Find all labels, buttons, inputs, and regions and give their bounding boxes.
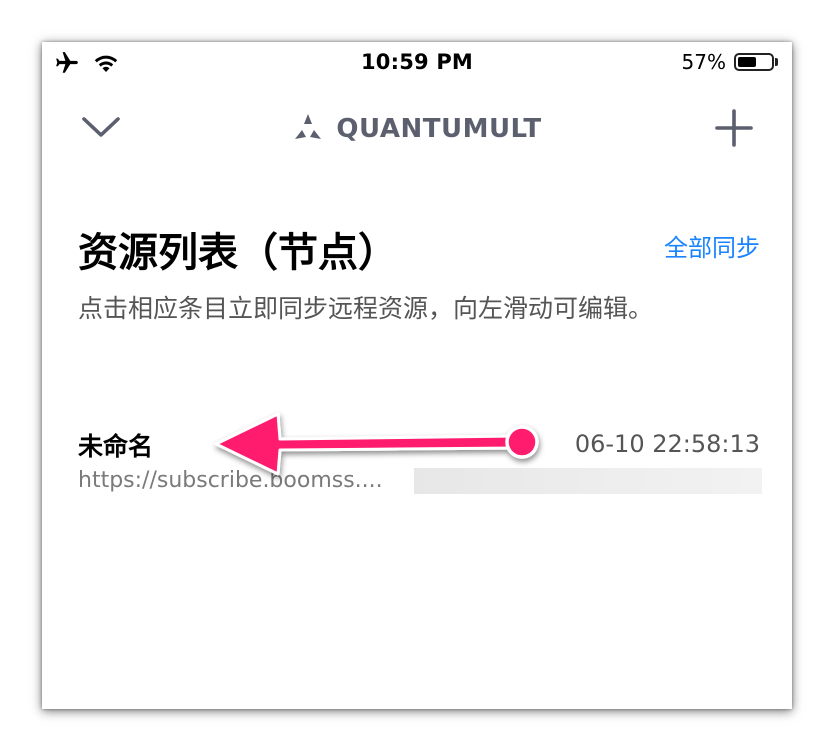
- battery-level-fill: [738, 57, 756, 67]
- plus-icon: [715, 109, 753, 147]
- status-time: 10:59 PM: [360, 50, 474, 74]
- battery-percent: 57%: [681, 50, 726, 74]
- phone-screen: 10:59 PM 57% QUANTUMULT 资源列表（节点） 全部同步 点击…: [42, 42, 792, 709]
- redacted-url-bar: [414, 468, 762, 494]
- add-button[interactable]: [712, 106, 756, 150]
- page-title: 资源列表（节点）: [78, 230, 398, 276]
- resource-updated-time: 06-10 22:58:13: [574, 430, 760, 458]
- nav-bar: QUANTUMULT: [42, 92, 792, 162]
- status-bar: 10:59 PM 57%: [42, 42, 792, 82]
- quantumult-logo-icon: [292, 112, 324, 146]
- screenshot-stage: 10:59 PM 57% QUANTUMULT 资源列表（节点） 全部同步 点击…: [0, 0, 834, 752]
- sync-all-button[interactable]: 全部同步: [664, 228, 760, 263]
- resource-name: 未命名: [78, 432, 154, 461]
- app-title: QUANTUMULT: [336, 114, 542, 144]
- battery-tip: [775, 58, 778, 66]
- nav-title: QUANTUMULT: [42, 112, 792, 146]
- status-right: 57%: [682, 50, 778, 74]
- battery-icon: [734, 53, 774, 71]
- resource-list-item[interactable]: 未命名 06-10 22:58:13 https://subscribe.boo…: [78, 422, 762, 502]
- resource-url: https://subscribe.boomss....: [78, 468, 383, 493]
- page-description: 点击相应条目立即同步远程资源，向左滑动可编辑。: [78, 294, 654, 323]
